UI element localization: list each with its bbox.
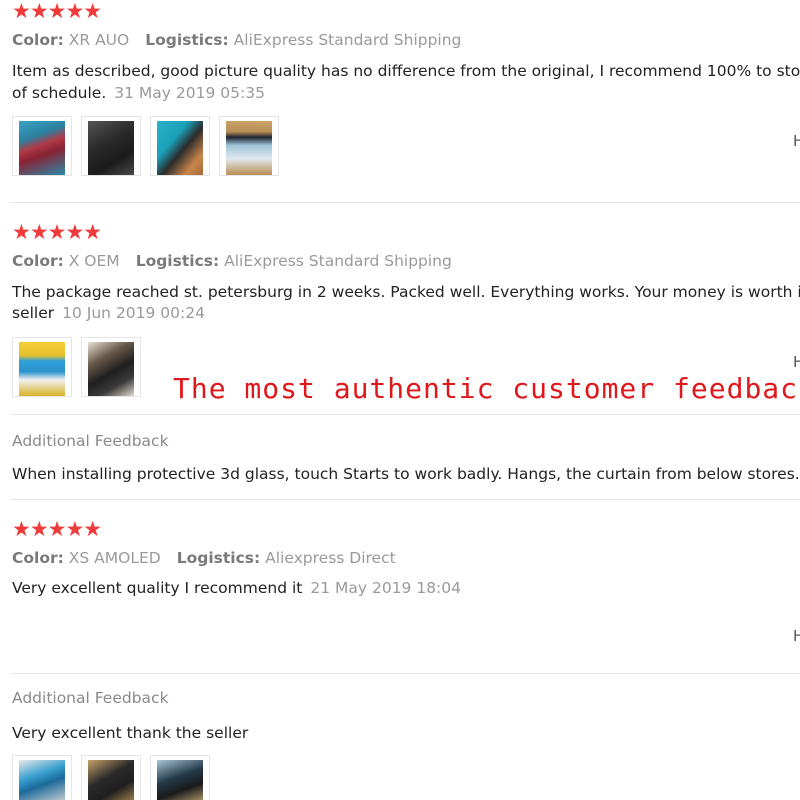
additional-feedback-text: Very excellent thank the seller [12, 724, 249, 742]
color-value: X OEM [68, 252, 120, 270]
review-text-line1: Item as described, good picture quality … [12, 62, 800, 80]
color-value: XS AMOLED [68, 549, 161, 567]
review-text-cont: of schedule. [12, 84, 107, 102]
phone-photo [88, 121, 134, 175]
review-date: 21 May 2019 18:04 [310, 579, 462, 597]
helpful-button[interactable]: H [793, 132, 800, 150]
phone-photo [19, 760, 65, 800]
phone-photo [19, 342, 65, 396]
rating-stars: ★★★★★ [12, 517, 102, 541]
review-divider [10, 673, 800, 674]
review-date: 31 May 2019 05:35 [114, 84, 265, 102]
review-photo-thumbnail[interactable] [150, 755, 210, 800]
logistics-label: Logistics: [176, 549, 261, 567]
review-text-line1: The package reached st. petersburg in 2 … [12, 283, 800, 301]
review-photo-thumbnail[interactable] [81, 755, 141, 800]
phone-photo [157, 121, 203, 175]
review-meta: Color: XS AMOLED Logistics: Aliexpress Di… [12, 548, 396, 568]
phone-photo [88, 342, 134, 396]
rating-stars: ★★★★★ [12, 0, 102, 23]
review-photo-thumbnail[interactable] [219, 116, 279, 176]
review-divider [10, 202, 800, 203]
phone-photo [157, 760, 203, 800]
review-text-content: Very excellent quality I recommend it [12, 579, 303, 597]
promo-overlay-text: The most authentic customer feedback [173, 372, 800, 405]
review-meta: Color: X OEM Logistics: AliExpress Standa… [12, 251, 452, 271]
helpful-button[interactable]: H [793, 627, 800, 645]
review-divider [10, 499, 800, 500]
helpful-button[interactable]: H [793, 353, 800, 371]
rating-stars: ★★★★★ [12, 220, 102, 244]
review-text-line2: of schedule. 31 May 2019 05:35 [12, 82, 265, 104]
color-value: XR AUO [68, 31, 130, 49]
additional-feedback-label: Additional Feedback [12, 432, 169, 450]
additional-feedback-label: Additional Feedback [12, 689, 169, 707]
review-divider [10, 414, 800, 415]
additional-feedback-text: When installing protective 3d glass, tou… [12, 465, 800, 483]
logistics-label: Logistics: [135, 252, 220, 270]
logistics-value: Aliexpress Direct [265, 549, 396, 567]
logistics-value: AliExpress Standard Shipping [224, 252, 452, 270]
review-text-cont: seller [12, 304, 55, 322]
color-label: Color: [12, 549, 64, 567]
logistics-label: Logistics: [145, 31, 229, 49]
review-photo-thumbnail[interactable] [12, 755, 72, 800]
phone-photo [88, 760, 134, 800]
review-photo-thumbnail[interactable] [12, 337, 72, 397]
color-label: Color: [12, 31, 64, 49]
color-label: Color: [12, 252, 64, 270]
phone-photo [226, 121, 272, 175]
review-text: Very excellent quality I recommend it 21 … [12, 577, 461, 599]
review-meta: Color: XR AUO Logistics: AliExpress Stand… [12, 30, 461, 50]
review-text-line2: seller 10 Jun 2019 00:24 [12, 302, 205, 324]
review-photo-thumbnail[interactable] [81, 337, 141, 397]
logistics-value: AliExpress Standard Shipping [233, 31, 462, 49]
review-photo-thumbnail[interactable] [150, 116, 210, 176]
phone-photo [19, 121, 65, 175]
review-photo-thumbnail[interactable] [81, 116, 141, 176]
review-date: 10 Jun 2019 00:24 [62, 304, 205, 322]
review-photo-thumbnail[interactable] [12, 116, 72, 176]
